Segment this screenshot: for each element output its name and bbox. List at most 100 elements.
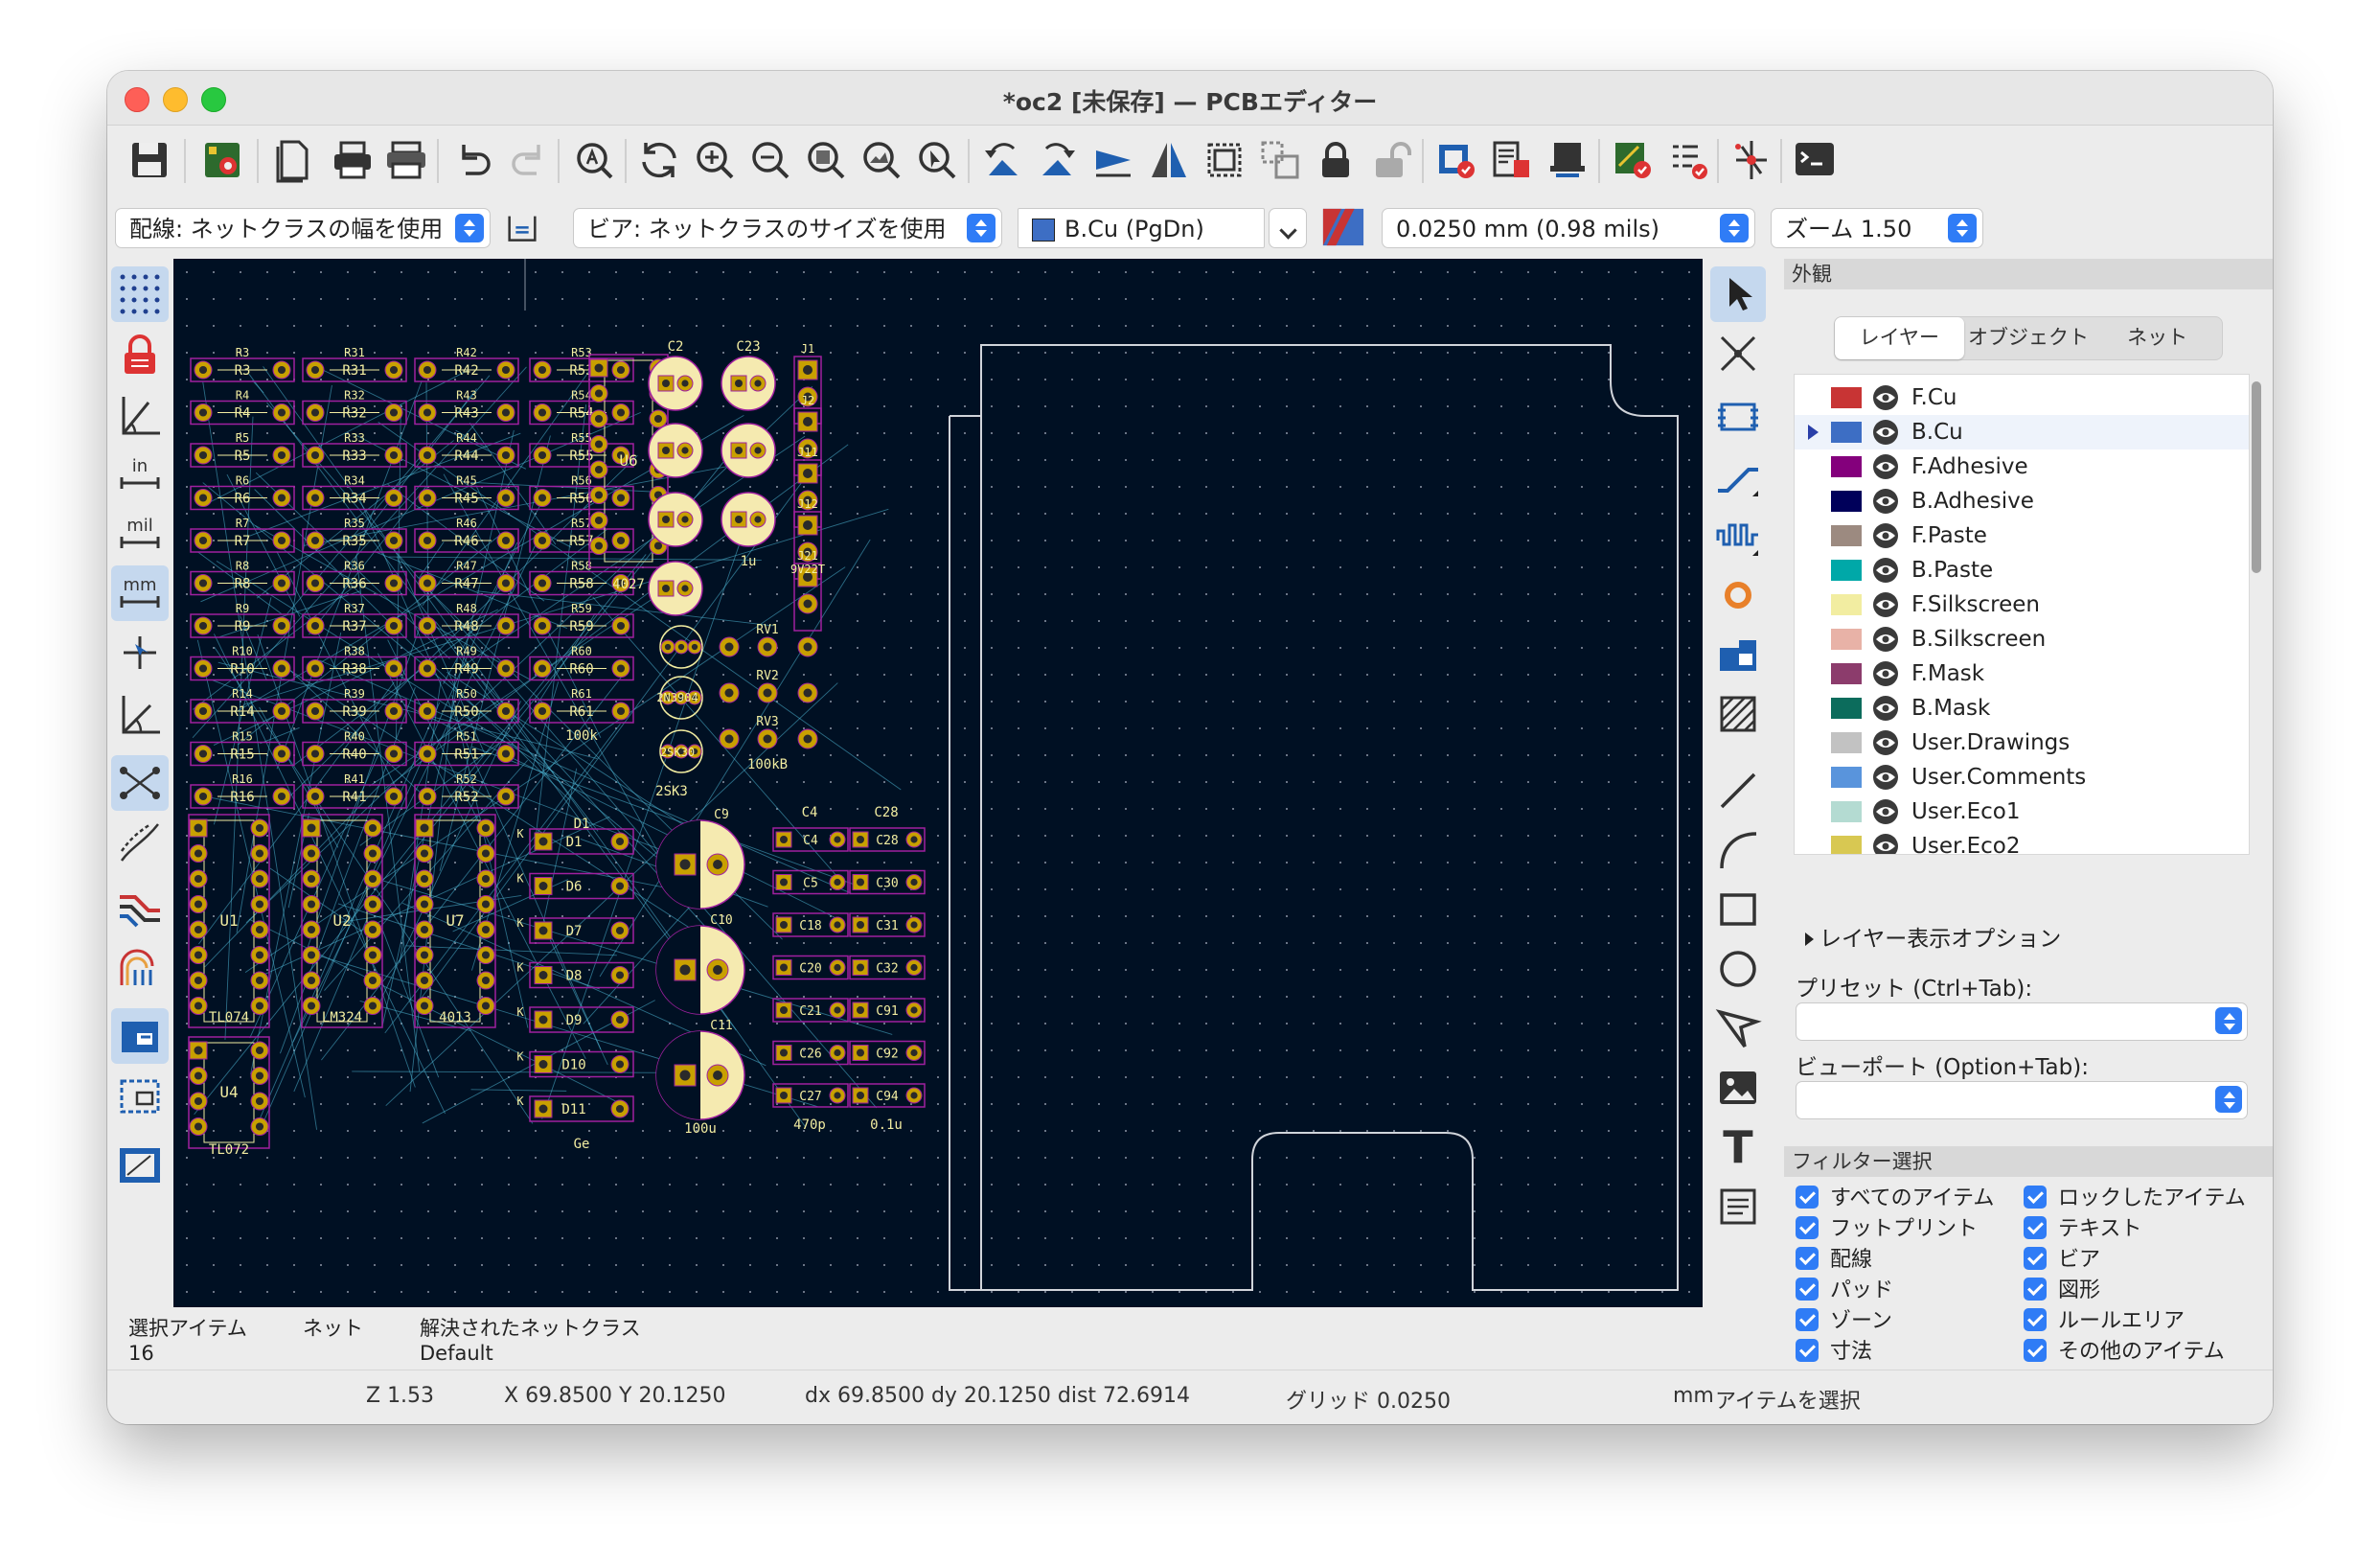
filter-checkbox[interactable]: ロックしたアイテム: [2024, 1185, 2246, 1213]
layer-row[interactable]: F.Paste: [1795, 518, 2249, 553]
zoom-select[interactable]: ズーム 1.50: [1771, 208, 1983, 248]
add-image-icon[interactable]: [1710, 1060, 1766, 1116]
layer-row[interactable]: F.Silkscreen: [1795, 587, 2249, 622]
layer-color-swatch[interactable]: [1831, 767, 1862, 788]
auto-track-width-icon[interactable]: [500, 202, 544, 256]
eye-icon[interactable]: [1871, 590, 1900, 619]
rotate-ccw-icon[interactable]: [975, 133, 1029, 187]
inch-units-icon[interactable]: in: [111, 447, 169, 502]
draw-arc-icon[interactable]: [1710, 822, 1766, 878]
filter-checkbox[interactable]: フットプリント: [1796, 1215, 1978, 1244]
viewport-select[interactable]: [1796, 1081, 2248, 1119]
find-icon[interactable]: [567, 133, 621, 187]
group-icon[interactable]: [1198, 133, 1251, 187]
layer-row[interactable]: F.Mask: [1795, 656, 2249, 691]
checkbox-checked-icon[interactable]: [1796, 1186, 1819, 1209]
zoom-fit-icon[interactable]: [799, 133, 853, 187]
eye-icon[interactable]: [1871, 383, 1900, 412]
add-zone-icon[interactable]: [1710, 627, 1766, 682]
flip-icon[interactable]: [1087, 133, 1140, 187]
mm-units-icon[interactable]: mm: [111, 565, 169, 621]
filter-checkbox[interactable]: 寸法: [1796, 1338, 1872, 1367]
layer-color-swatch[interactable]: [1831, 491, 1862, 512]
grid-select[interactable]: 0.0250 mm (0.98 mils): [1382, 208, 1755, 248]
eye-icon[interactable]: [1871, 625, 1900, 654]
add-text-icon[interactable]: T: [1710, 1119, 1766, 1175]
layer-row[interactable]: B.Cu: [1795, 415, 2249, 449]
layer-color-swatch[interactable]: [1831, 560, 1862, 581]
rotate-cw-icon[interactable]: [1031, 133, 1085, 187]
filter-checkbox[interactable]: すべてのアイテム: [1796, 1185, 1994, 1213]
add-textbox-icon[interactable]: [1710, 1179, 1766, 1234]
eye-icon[interactable]: [1871, 659, 1900, 688]
eye-icon[interactable]: [1871, 521, 1900, 550]
zone-outline-icon[interactable]: [111, 1068, 169, 1123]
console-icon[interactable]: [1788, 133, 1842, 187]
netlist-icon[interactable]: [1661, 133, 1715, 187]
filter-checkbox[interactable]: パッド: [1796, 1277, 1893, 1305]
pcb-canvas[interactable]: R3 R3 R4 R4 R5 R5 R6 R6 R7 R7 R8 R8 R9 R9 R10 R10 R14 R14…: [173, 259, 1703, 1307]
zoom-selection-icon[interactable]: [910, 133, 964, 187]
layer-row[interactable]: F.Adhesive: [1795, 449, 2249, 484]
cursor-crosshair-icon[interactable]: [111, 625, 169, 680]
layer-color-swatch[interactable]: [1831, 456, 1862, 477]
checkbox-checked-icon[interactable]: [2024, 1308, 2047, 1331]
polar-coords-icon[interactable]: [111, 387, 169, 443]
checkbox-checked-icon[interactable]: [1796, 1308, 1819, 1331]
eye-icon[interactable]: [1871, 763, 1900, 792]
zoom-in-icon[interactable]: [688, 133, 742, 187]
filter-checkbox[interactable]: ビア: [2024, 1246, 2100, 1275]
tab-objects[interactable]: オブジェクト: [1964, 317, 2094, 359]
update-pcb-icon[interactable]: [1430, 133, 1483, 187]
local-ratsnest-icon[interactable]: [1710, 326, 1766, 381]
eye-icon[interactable]: [1871, 832, 1900, 855]
footprint-editor-icon[interactable]: [1485, 133, 1539, 187]
track-width-select[interactable]: 配線: ネットクラスの幅を使用: [115, 208, 491, 248]
layer-color-swatch[interactable]: [1831, 663, 1862, 684]
redraw-icon[interactable]: [632, 133, 686, 187]
layer-select[interactable]: B.Cu (PgDn): [1018, 208, 1265, 248]
layer-row[interactable]: User.Drawings: [1795, 725, 2249, 760]
add-via-icon[interactable]: [1710, 567, 1766, 623]
eye-icon[interactable]: [1871, 418, 1900, 447]
eye-icon[interactable]: [1871, 487, 1900, 516]
place-footprint-icon[interactable]: [1710, 389, 1766, 445]
layer-color-swatch[interactable]: [1831, 525, 1862, 546]
filter-checkbox[interactable]: テキスト: [2024, 1215, 2141, 1244]
filter-checkbox[interactable]: ゾーン: [1796, 1307, 1892, 1336]
layer-color-swatch[interactable]: [1831, 387, 1862, 408]
undo-icon[interactable]: [446, 133, 500, 187]
eye-icon[interactable]: [1871, 452, 1900, 481]
save-icon[interactable]: [123, 133, 176, 187]
eye-icon[interactable]: [1871, 694, 1900, 723]
checkbox-checked-icon[interactable]: [1796, 1216, 1819, 1239]
layer-color-swatch[interactable]: [1831, 836, 1862, 854]
checkbox-checked-icon[interactable]: [2024, 1216, 2047, 1239]
footprint-browser-icon[interactable]: [1541, 133, 1594, 187]
redo-icon[interactable]: [502, 133, 556, 187]
mirror-icon[interactable]: [1142, 133, 1196, 187]
layer-row[interactable]: User.Eco2: [1795, 829, 2249, 855]
unlock-icon[interactable]: [1364, 133, 1418, 187]
layer-dropdown-button[interactable]: [1269, 208, 1307, 248]
layer-row[interactable]: B.Silkscreen: [1795, 622, 2249, 656]
layer-color-swatch[interactable]: [1831, 801, 1862, 822]
lock-icon[interactable]: [1309, 133, 1362, 187]
tab-nets[interactable]: ネット: [2093, 317, 2222, 359]
via-display-icon[interactable]: [111, 939, 169, 995]
filter-checkbox[interactable]: ルールエリア: [2024, 1307, 2185, 1336]
eye-icon[interactable]: [1871, 728, 1900, 757]
ungroup-icon[interactable]: [1253, 133, 1307, 187]
layer-pair-icon[interactable]: [1318, 200, 1368, 254]
checkbox-checked-icon[interactable]: [1796, 1339, 1819, 1362]
board-setup-icon[interactable]: [195, 133, 249, 187]
layer-row[interactable]: User.Eco1: [1795, 795, 2249, 829]
drc-icon[interactable]: [1606, 133, 1659, 187]
print-icon[interactable]: [326, 133, 379, 187]
eye-icon[interactable]: [1871, 556, 1900, 585]
checkbox-checked-icon[interactable]: [1796, 1278, 1819, 1301]
layer-row[interactable]: User.Comments: [1795, 760, 2249, 795]
axis-origin-icon[interactable]: [111, 686, 169, 742]
checkbox-checked-icon[interactable]: [2024, 1186, 2047, 1209]
scripting-icon[interactable]: [1725, 133, 1778, 187]
